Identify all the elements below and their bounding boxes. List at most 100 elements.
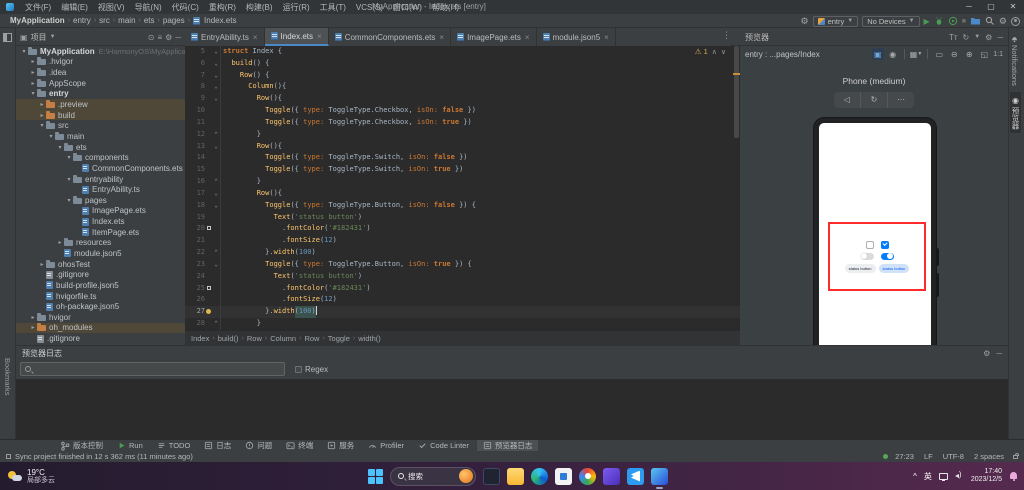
tree-item-.gitignore[interactable]: .gitignore — [16, 269, 185, 280]
tab-options-icon[interactable]: ⋮ — [722, 30, 731, 41]
tree-item-oh_modules[interactable]: ▸ oh_modules — [16, 323, 185, 334]
fold-marker-icon[interactable]: ⌄ — [212, 46, 221, 58]
indent-style[interactable]: 2 spaces — [971, 452, 1007, 461]
fold-marker-icon[interactable] — [212, 117, 221, 129]
line-number[interactable]: 11 — [185, 117, 205, 129]
tree-item-EntryAbility.ts[interactable]: EntryAbility.ts — [16, 184, 185, 195]
fold-marker-icon[interactable]: ⌃ — [212, 318, 221, 330]
health-indicator-icon[interactable] — [883, 454, 888, 459]
editor-scrollbar[interactable] — [733, 46, 740, 330]
chevron-icon[interactable]: ▸ — [38, 101, 46, 108]
menu-item-0[interactable]: 文件(F) — [20, 3, 56, 12]
task-view-icon[interactable] — [483, 468, 500, 485]
code-line-10[interactable]: 10 Toggle({ type: ToggleType.Checkbox, i… — [185, 105, 740, 117]
run-config-selector[interactable]: entry▼ — [813, 16, 859, 27]
breadcrumb-item-pages[interactable]: pages — [161, 16, 187, 25]
log-search-box[interactable] — [20, 362, 285, 376]
start-button[interactable] — [368, 469, 383, 484]
line-number[interactable]: 22 — [185, 247, 205, 259]
fold-marker-icon[interactable]: ⌃ — [212, 129, 221, 141]
tool-window-tab-日志[interactable]: 日志 — [198, 440, 237, 452]
menu-item-2[interactable]: 视图(V) — [93, 3, 130, 12]
tree-item-pages[interactable]: ▾ pages — [16, 195, 185, 206]
chevron-icon[interactable]: ▾ — [65, 176, 73, 183]
fold-marker-icon[interactable]: ⌄ — [212, 141, 221, 153]
minimize-button[interactable]: ─ — [958, 0, 980, 14]
tree-item-module.json5[interactable]: module.json5 — [16, 248, 185, 259]
chevron-icon[interactable]: ▸ — [29, 324, 37, 331]
line-number[interactable]: 17 — [185, 188, 205, 200]
code-line-19[interactable]: 19 Text('status button') — [185, 212, 740, 224]
breadcrumb-item-ets[interactable]: ets — [142, 16, 157, 25]
line-number[interactable]: 19 — [185, 212, 205, 224]
device-manager-icon[interactable] — [970, 16, 981, 26]
store-icon[interactable] — [555, 468, 572, 485]
tree-item-ohosTest[interactable]: ▸ ohosTest — [16, 259, 185, 270]
taskbar-search[interactable]: 搜索 — [390, 467, 476, 486]
editor-mark-icon[interactable] — [207, 226, 211, 230]
fold-marker-icon[interactable] — [212, 164, 221, 176]
tree-item-entryability[interactable]: ▾ entryability — [16, 174, 185, 185]
profile-button[interactable] — [948, 16, 958, 26]
line-number[interactable]: 23 — [185, 259, 205, 271]
tree-item-.gitignore[interactable]: .gitignore — [16, 333, 185, 344]
menu-item-8[interactable]: 工具(T) — [315, 3, 351, 12]
tool-window-tab-TODO[interactable]: TODO — [151, 440, 197, 452]
tree-item-entry[interactable]: ▾ entry — [16, 89, 185, 100]
code-line-12[interactable]: 12 ⌃ } — [185, 129, 740, 141]
editor-breadcrumb-Row[interactable]: Row — [304, 334, 319, 343]
phone-screen[interactable]: status button status button — [819, 123, 931, 358]
tree-item-CommonComponents.ets[interactable]: CommonComponents.ets — [16, 163, 185, 174]
menu-item-4[interactable]: 代码(C) — [167, 3, 204, 12]
breadcrumb-item-main[interactable]: main — [116, 16, 137, 25]
eye-icon[interactable]: ◉ — [887, 48, 899, 60]
chevron-icon[interactable]: ▾ — [20, 48, 28, 55]
line-number[interactable]: 8 — [185, 81, 205, 93]
right-strip-tab-预览器[interactable]: ◉预览器 — [1010, 92, 1021, 134]
line-number[interactable]: 12 — [185, 129, 205, 141]
chrome-icon[interactable] — [579, 468, 596, 485]
tab-module.json5[interactable]: module.json5 × — [537, 28, 616, 46]
editor-breadcrumb-Index[interactable]: Index — [191, 334, 209, 343]
editor-breadcrumb-Row[interactable]: Row — [247, 334, 262, 343]
tree-item-.hvigor[interactable]: ▸ .hvigor — [16, 57, 185, 68]
tool-window-tab-服务[interactable]: 服务 — [321, 440, 360, 452]
inspector-icon[interactable]: ▣ — [872, 48, 884, 60]
line-separator[interactable]: LF — [921, 452, 936, 461]
rotate-icon[interactable]: ↻ — [861, 92, 888, 108]
chevron-icon[interactable]: ▾ — [47, 133, 55, 140]
code-line-21[interactable]: 21 .fontSize(12) — [185, 235, 740, 247]
code-line-28[interactable]: 28 ⌃ } — [185, 318, 740, 330]
event-log-icon[interactable] — [6, 454, 11, 459]
prev-problem-icon[interactable]: ∧ — [712, 48, 717, 56]
settings-icon[interactable]: ⚙ — [999, 16, 1007, 26]
line-number[interactable]: 5 — [185, 46, 205, 58]
file-encoding[interactable]: UTF-8 — [940, 452, 967, 461]
code-line-25[interactable]: 25 .fontColor('#182431') — [185, 283, 740, 295]
tree-item-main[interactable]: ▾ main — [16, 131, 185, 142]
search-everywhere-icon[interactable] — [985, 16, 995, 26]
tool-window-tab-Code Linter[interactable]: Code Linter — [412, 440, 475, 452]
vscode-icon[interactable] — [627, 468, 644, 485]
editor-mark-icon[interactable] — [207, 286, 211, 290]
fold-marker-icon[interactable] — [212, 212, 221, 224]
tab-Index.ets[interactable]: Index.ets × — [265, 28, 329, 46]
bookmarks-stripe-tab[interactable]: Bookmarks — [3, 358, 12, 396]
breadcrumb-item-entry[interactable]: entry — [71, 16, 93, 25]
tree-item-build[interactable]: ▸ build — [16, 110, 185, 121]
frame-icon[interactable]: ▭ — [933, 48, 945, 60]
next-problem-icon[interactable]: ∨ — [721, 48, 726, 56]
right-strip-tab-Notifications[interactable]: Notifications — [1010, 30, 1019, 90]
tool-window-tab-Run[interactable]: Run — [111, 440, 149, 452]
font-scale-icon[interactable]: Tт — [949, 33, 958, 42]
maximize-button[interactable]: ▢ — [980, 0, 1002, 14]
editor-breadcrumb-build()[interactable]: build() — [218, 334, 239, 343]
zoom-out-icon[interactable]: ⊖ — [948, 48, 960, 60]
menu-item-1[interactable]: 编辑(E) — [56, 3, 93, 12]
line-number[interactable]: 18 — [185, 200, 205, 212]
code-line-16[interactable]: 16 ⌃ } — [185, 176, 740, 188]
device-selector[interactable]: No Devices▼ — [862, 16, 919, 27]
back-icon[interactable]: ◁ — [834, 92, 861, 108]
panel-settings-icon[interactable]: ⚙ — [165, 33, 172, 42]
log-settings-icon[interactable]: ⚙ — [983, 349, 990, 358]
